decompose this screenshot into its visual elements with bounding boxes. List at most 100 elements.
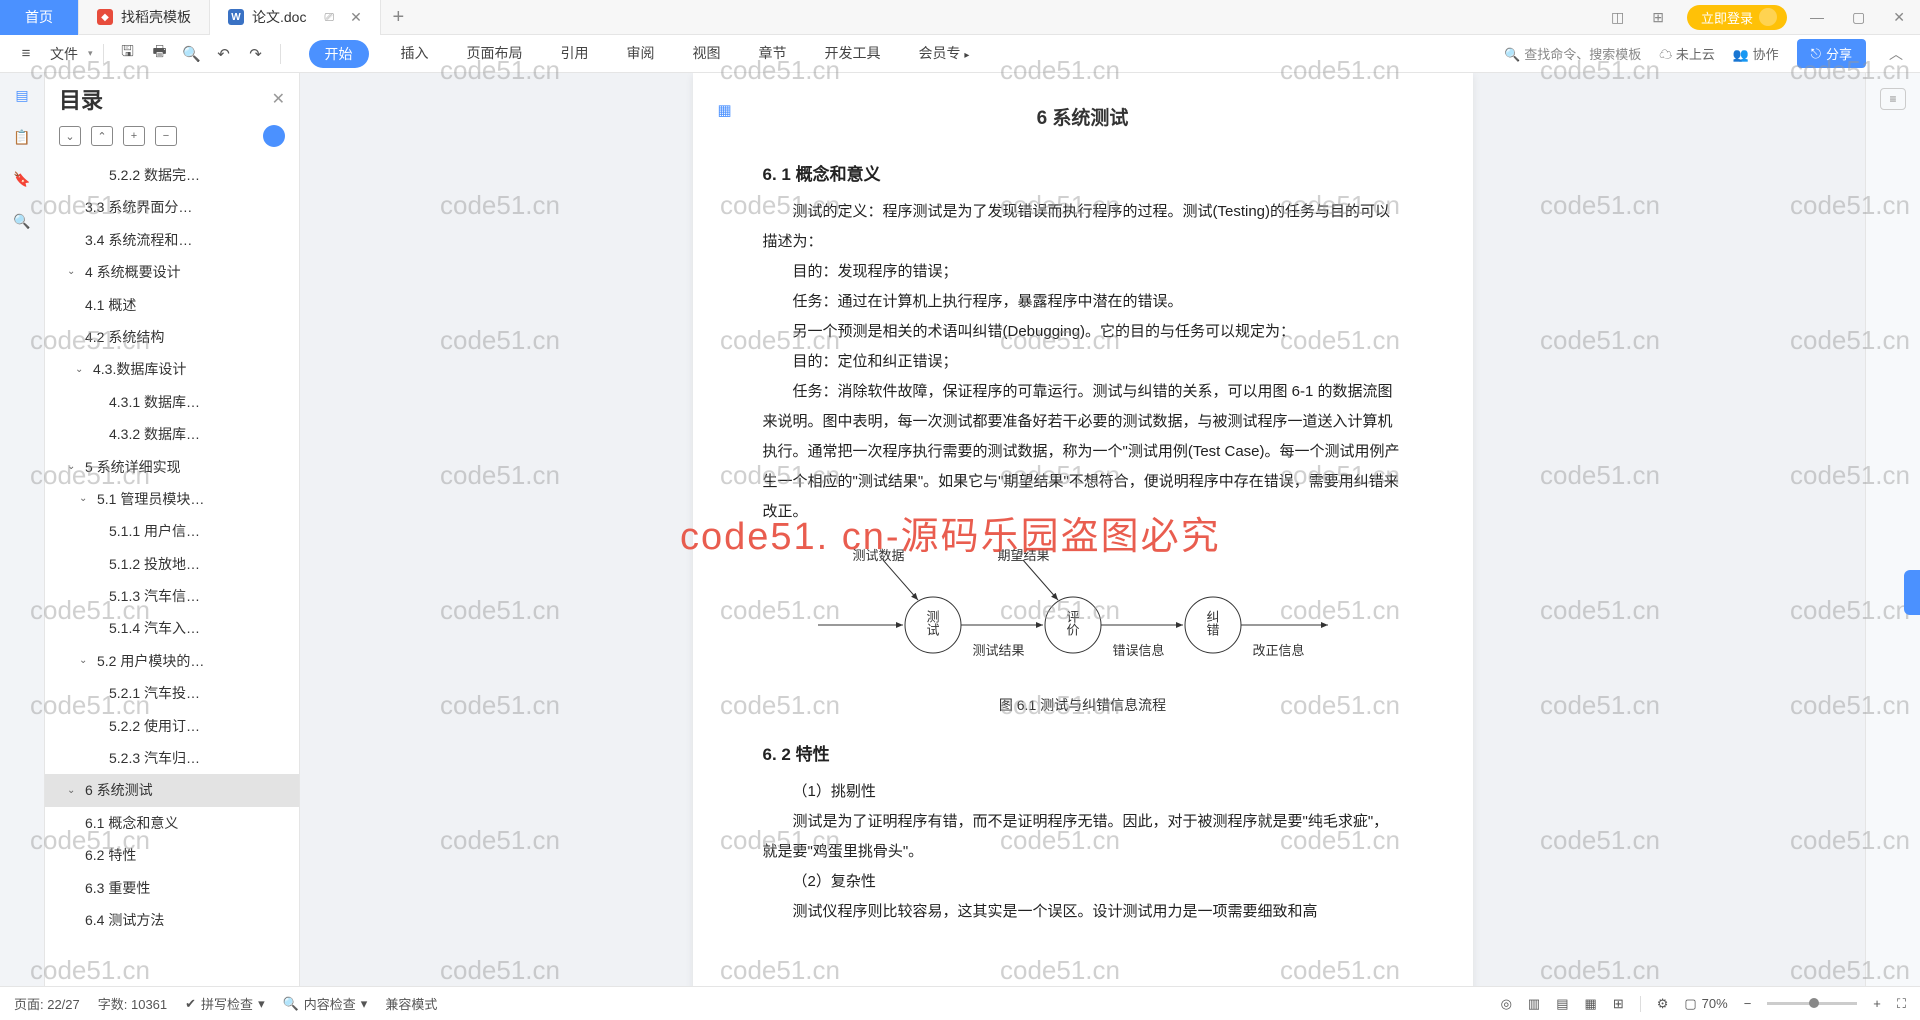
compat-mode[interactable]: 兼容模式 bbox=[385, 994, 437, 1013]
fullscreen-icon[interactable]: ⛶ bbox=[1897, 996, 1906, 1012]
zoom-label[interactable]: ▢ 70% bbox=[1684, 996, 1727, 1012]
menu-view[interactable]: 视图 bbox=[687, 40, 727, 68]
heading-2b: 6. 2 特性 bbox=[763, 740, 1403, 765]
search-rail-icon[interactable]: 🔍 bbox=[12, 211, 32, 231]
save-icon[interactable]: 🖫 bbox=[114, 40, 142, 68]
close-icon[interactable]: ✕ bbox=[350, 9, 362, 26]
cloud-status[interactable]: ☁ 未上云 bbox=[1659, 44, 1715, 63]
edge-handle[interactable] bbox=[1904, 570, 1920, 615]
toc-item[interactable]: 4.2 系统结构 bbox=[45, 321, 299, 353]
daoke-icon: ◆ bbox=[97, 9, 113, 25]
toc-item[interactable]: ⌄5 系统详细实现 bbox=[45, 451, 299, 483]
collab-button[interactable]: 👥 协作 bbox=[1733, 44, 1779, 63]
menu-insert[interactable]: 插入 bbox=[395, 40, 435, 68]
expand-all-icon[interactable]: ⌃ bbox=[91, 126, 113, 146]
toc-item[interactable]: 6.1 概念和意义 bbox=[45, 807, 299, 839]
view-read-icon[interactable]: ⊞ bbox=[1613, 996, 1624, 1012]
login-button[interactable]: 立即登录 bbox=[1687, 5, 1787, 30]
undo-icon[interactable]: ↶ bbox=[210, 40, 238, 68]
toc-item[interactable]: ⌄4 系统概要设计 bbox=[45, 256, 299, 288]
clipboard-icon[interactable]: 📋 bbox=[12, 127, 32, 147]
toc-list[interactable]: 5.2.2 数据完…3.3 系统界面分…3.4 系统流程和…⌄4 系统概要设计4… bbox=[45, 157, 299, 986]
toc-item[interactable]: ⌄6 系统测试 bbox=[45, 774, 299, 806]
paragraph: 目的：定位和纠正错误； bbox=[763, 347, 1403, 377]
word-count[interactable]: 字数: 10361 bbox=[98, 994, 167, 1013]
toc-item[interactable]: ⌄5.1 管理员模块… bbox=[45, 483, 299, 515]
menu-layout[interactable]: 页面布局 bbox=[461, 40, 529, 68]
new-tab-button[interactable]: + bbox=[381, 6, 416, 29]
toc-item[interactable]: 5.2.2 使用订… bbox=[45, 710, 299, 742]
view-print-icon[interactable]: ▥ bbox=[1528, 996, 1540, 1012]
toc-item[interactable]: 6.4 测试方法 bbox=[45, 904, 299, 936]
paragraph: （1）挑剔性 bbox=[763, 777, 1403, 807]
paragraph: 目的：发现程序的错误； bbox=[763, 257, 1403, 287]
redo-icon[interactable]: ↷ bbox=[242, 40, 270, 68]
maximize-icon[interactable]: ▢ bbox=[1847, 9, 1870, 26]
settings-icon[interactable]: ⚙ bbox=[1657, 996, 1669, 1012]
flow-diagram: 测试数据 期望结果 测试 评价 纠错 测试结果 错误信息 改正信息 bbox=[763, 545, 1403, 685]
menu-member[interactable]: 会员专 ▸ bbox=[913, 40, 976, 68]
toc-item[interactable]: 5.1.2 投放地… bbox=[45, 548, 299, 580]
print-icon[interactable]: 🖶 bbox=[146, 40, 174, 68]
remove-level-icon[interactable]: − bbox=[155, 126, 177, 146]
ribbon-collapse-icon[interactable]: ︿ bbox=[1884, 44, 1908, 64]
sidebar-toc: 目录 ✕ ⌄ ⌃ + − 5.2.2 数据完…3.3 系统界面分…3.4 系统流… bbox=[45, 73, 300, 986]
tab-document[interactable]: W 论文.doc ⎚ ✕ bbox=[210, 0, 381, 35]
toc-item[interactable]: 3.4 系统流程和… bbox=[45, 224, 299, 256]
tab-home[interactable]: 首页 bbox=[0, 0, 79, 35]
panel-toggle-icon[interactable]: ≡ bbox=[1880, 88, 1906, 110]
titlebar: 首页 ◆ 找稻壳模板 W 论文.doc ⎚ ✕ + ◫ ⊞ 立即登录 — ▢ ✕ bbox=[0, 0, 1920, 35]
menu-start[interactable]: 开始 bbox=[309, 40, 369, 68]
view-web-icon[interactable]: ▤ bbox=[1556, 996, 1568, 1012]
zoom-slider[interactable] bbox=[1767, 1002, 1857, 1005]
sidebar-close-icon[interactable]: ✕ bbox=[272, 89, 285, 109]
cast-icon[interactable]: ⎚ bbox=[324, 10, 334, 25]
toc-item[interactable]: 5.2.1 汽车投… bbox=[45, 677, 299, 709]
paragraph: （2）复杂性 bbox=[763, 867, 1403, 897]
login-label: 立即登录 bbox=[1701, 8, 1753, 27]
layout-icon[interactable]: ◫ bbox=[1606, 9, 1629, 26]
toc-item[interactable]: ⌄4.3.数据库设计 bbox=[45, 353, 299, 385]
zoom-out-icon[interactable]: − bbox=[1744, 996, 1752, 1011]
menu-devtools[interactable]: 开发工具 bbox=[819, 40, 887, 68]
toc-item[interactable]: 5.1.3 汽车信… bbox=[45, 580, 299, 612]
toc-item[interactable]: 5.1.4 汽车入… bbox=[45, 612, 299, 644]
toc-item[interactable]: 4.3.1 数据库… bbox=[45, 386, 299, 418]
search-commands[interactable]: 🔍 查找命令、搜索模板 bbox=[1504, 44, 1641, 63]
toc-item[interactable]: 6.2 特性 bbox=[45, 839, 299, 871]
toc-item[interactable]: 5.2.3 汽车归… bbox=[45, 742, 299, 774]
target-icon[interactable]: ◎ bbox=[1501, 996, 1512, 1012]
view-outline-icon[interactable]: ▦ bbox=[1585, 996, 1597, 1012]
figure-caption: 图 6.1 测试与纠错信息流程 bbox=[763, 695, 1403, 715]
add-level-icon[interactable]: + bbox=[123, 126, 145, 146]
toc-item[interactable]: 3.3 系统界面分… bbox=[45, 191, 299, 223]
ai-badge-icon[interactable] bbox=[263, 125, 285, 147]
minimize-icon[interactable]: — bbox=[1805, 9, 1829, 25]
menu-chapter[interactable]: 章节 bbox=[753, 40, 793, 68]
menu-review[interactable]: 审阅 bbox=[621, 40, 661, 68]
bookmark-icon[interactable]: 🔖 bbox=[12, 169, 32, 189]
toc-item[interactable]: 5.2.2 数据完… bbox=[45, 159, 299, 191]
share-button[interactable]: ⎋ 分享 bbox=[1797, 39, 1866, 68]
collapse-all-icon[interactable]: ⌄ bbox=[59, 126, 81, 146]
toc-item[interactable]: 6.3 重要性 bbox=[45, 872, 299, 904]
toc-item[interactable]: 5.1.1 用户信… bbox=[45, 515, 299, 547]
spellcheck-button[interactable]: ✔ 拼写检查 ▾ bbox=[185, 994, 264, 1013]
toc-item[interactable]: 4.3.2 数据库… bbox=[45, 418, 299, 450]
preview-icon[interactable]: 🔍 bbox=[178, 40, 206, 68]
tab-templates[interactable]: ◆ 找稻壳模板 bbox=[79, 0, 210, 35]
menu-reference[interactable]: 引用 bbox=[555, 40, 595, 68]
page-indicator[interactable]: 页面: 22/27 bbox=[14, 994, 80, 1013]
toc-item[interactable]: ⌄5.2 用户模块的… bbox=[45, 645, 299, 677]
zoom-in-icon[interactable]: + bbox=[1873, 996, 1881, 1011]
content-check-button[interactable]: 🔍 内容检查 ▾ bbox=[283, 994, 368, 1013]
document-area[interactable]: ▦ 6 系统测试 6. 1 概念和意义 测试的定义：程序测试是为了发现错误而执行… bbox=[300, 73, 1865, 986]
close-window-icon[interactable]: ✕ bbox=[1888, 9, 1910, 26]
paragraph: 测试的定义：程序测试是为了发现错误而执行程序的过程。测试(Testing)的任务… bbox=[763, 197, 1403, 257]
file-menu[interactable]: 文件 bbox=[50, 44, 78, 64]
dia-edge: 改正信息 bbox=[1253, 640, 1305, 659]
menu-icon[interactable]: ≡ bbox=[12, 40, 40, 68]
toc-item[interactable]: 4.1 概述 bbox=[45, 289, 299, 321]
apps-icon[interactable]: ⊞ bbox=[1647, 9, 1669, 26]
outline-icon[interactable]: ▤ bbox=[12, 85, 32, 105]
